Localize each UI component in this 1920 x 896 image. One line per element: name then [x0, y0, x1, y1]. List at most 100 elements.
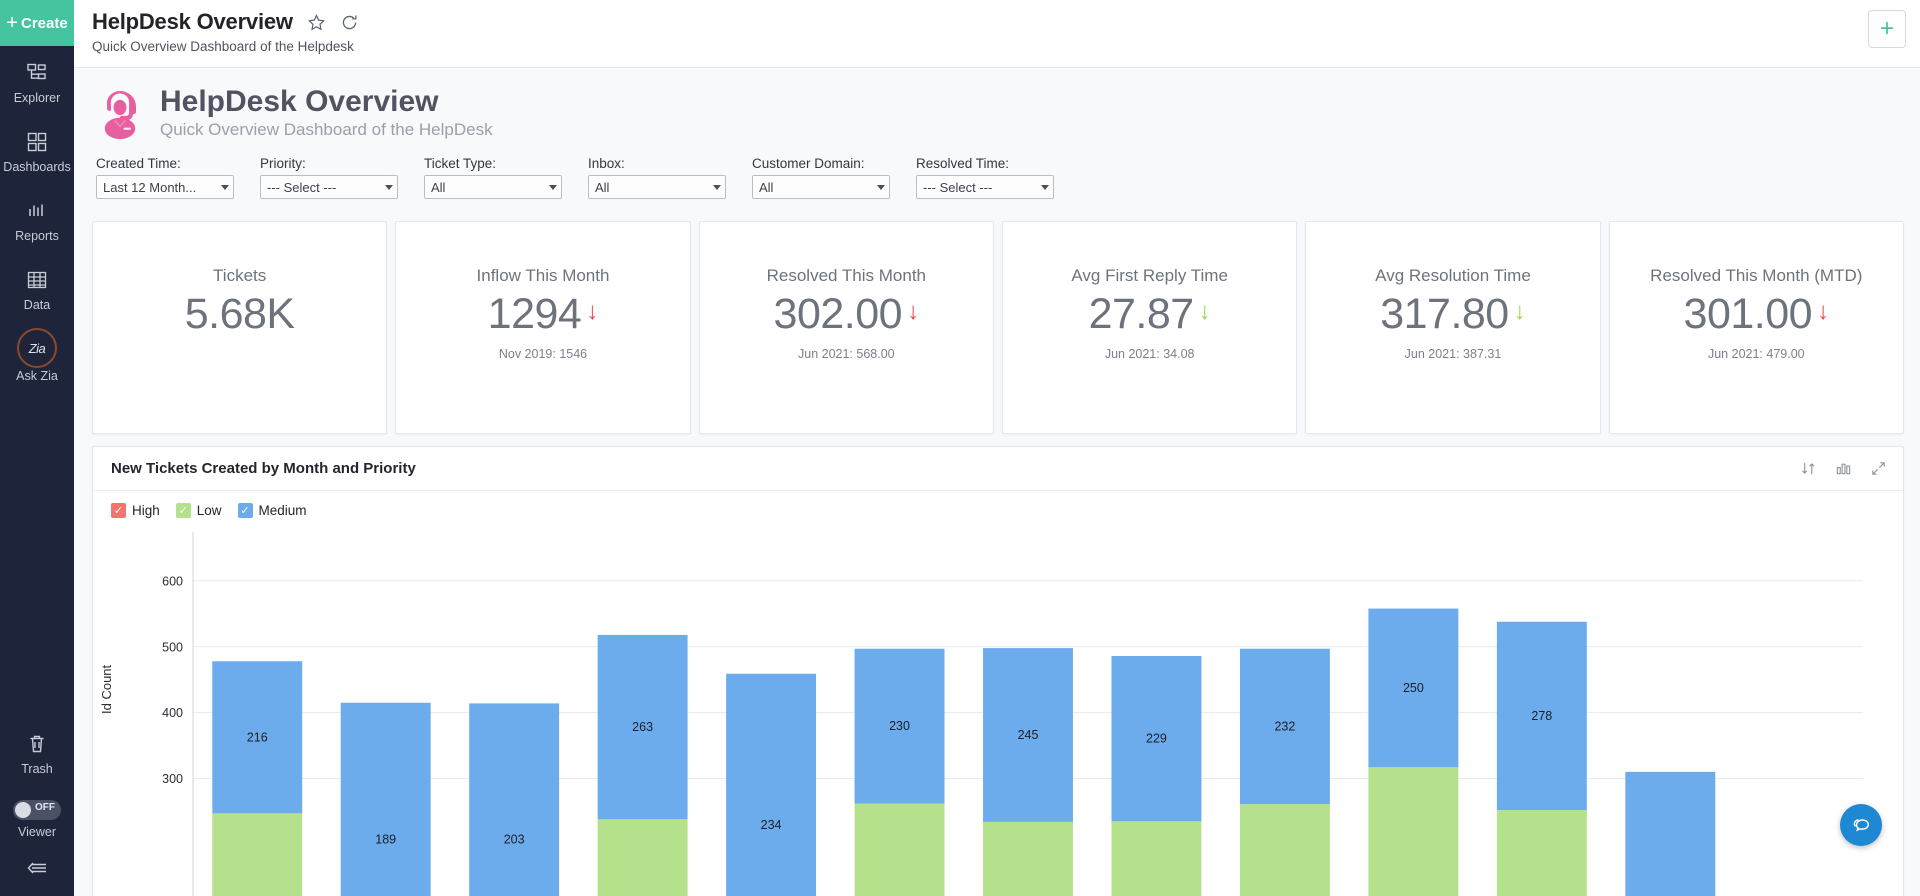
inbox-select[interactable]: All	[588, 175, 726, 199]
expand-icon[interactable]	[1870, 460, 1887, 477]
bar-segment-low[interactable]	[1240, 804, 1330, 896]
sidebar-item-label: Trash	[21, 762, 53, 776]
kpi-comparison-label: Nov 2019: 1546	[499, 347, 587, 361]
chart-panel: New Tickets Created by Month and Priorit…	[92, 446, 1904, 896]
y-axis-tick-label: 600	[162, 574, 183, 588]
sidebar-item-data[interactable]: Data	[0, 253, 74, 322]
bar-segment-low[interactable]	[212, 813, 302, 896]
filter-resolved-time: Resolved Time: --- Select ---	[916, 156, 1054, 199]
chart-title: New Tickets Created by Month and Priorit…	[111, 460, 1800, 477]
filter-priority: Priority: --- Select ---	[260, 156, 398, 199]
kpi-trend-arrow-down-icon: ↓	[586, 300, 598, 324]
filter-inbox: Inbox: All	[588, 156, 726, 199]
legend-item-medium[interactable]: ✓ Medium	[238, 503, 307, 518]
kpi-trend-arrow-down-icon: ↓	[1817, 300, 1829, 324]
resolved-time-value: --- Select ---	[923, 180, 1037, 195]
sidebar-item-ask-zia[interactable]: Zia Ask Zia	[0, 322, 74, 393]
sidebar-item-label: Viewer	[18, 825, 56, 839]
bar-segment-low[interactable]	[855, 803, 945, 896]
bar-segment-medium[interactable]	[1625, 772, 1715, 896]
chart-legend: ✓High✓Low✓Medium	[93, 491, 1903, 518]
star-icon[interactable]	[307, 13, 326, 32]
sort-icon[interactable]	[1800, 460, 1817, 477]
sidebar-item-explorer[interactable]: Explorer	[0, 46, 74, 115]
bar-value-label: 230	[889, 719, 910, 733]
kpi-value-row: 301.00↓	[1684, 292, 1830, 337]
ticket-type-value: All	[431, 180, 545, 195]
kpi-card[interactable]: Tickets 5.68K	[92, 221, 387, 434]
bar-value-label: 189	[375, 832, 396, 846]
collapse-sidebar-button[interactable]	[0, 849, 74, 896]
bar-segment-low[interactable]	[598, 819, 688, 896]
y-axis-tick-label: 400	[162, 706, 183, 720]
customer-domain-select[interactable]: All	[752, 175, 890, 199]
sidebar-item-dashboards[interactable]: Dashboards	[0, 115, 74, 184]
top-bar-title-row: HelpDesk Overview	[92, 9, 1902, 35]
legend-item-low[interactable]: ✓Low	[176, 503, 222, 518]
kpi-card[interactable]: Resolved This Month302.00↓Jun 2021: 568.…	[699, 221, 994, 434]
legend-checkbox-icon[interactable]: ✓	[176, 503, 191, 518]
viewer-toggle-knob	[15, 802, 31, 818]
dashboards-icon	[24, 129, 50, 155]
sidebar-item-trash[interactable]: Trash	[0, 717, 74, 786]
legend-checkbox-icon[interactable]: ✓	[238, 503, 253, 518]
legend-item-high[interactable]: ✓ High	[111, 503, 160, 518]
kpi-title: Tickets	[213, 266, 266, 286]
sidebar-item-reports[interactable]: Reports	[0, 184, 74, 253]
ask-zia-icon: Zia	[17, 328, 57, 368]
sidebar-item-label: Dashboards	[3, 160, 70, 174]
bar-segment-medium[interactable]	[469, 703, 559, 896]
ticket-type-select[interactable]: All	[424, 175, 562, 199]
bar-value-label: 245	[1018, 728, 1039, 742]
bar-value-label: 216	[247, 730, 268, 744]
kpi-trend-arrow-down-icon: ↓	[1514, 300, 1526, 324]
priority-select[interactable]: --- Select ---	[260, 175, 398, 199]
bar-segment-low[interactable]	[983, 822, 1073, 896]
filter-ticket-type: Ticket Type: All	[424, 156, 562, 199]
created-time-value: Last 12 Month...	[103, 180, 217, 195]
kpi-card[interactable]: Avg Resolution Time317.80↓Jun 2021: 387.…	[1305, 221, 1600, 434]
created-time-select[interactable]: Last 12 Month...	[96, 175, 234, 199]
dashboard-body: HelpDesk Overview Quick Overview Dashboa…	[74, 68, 1920, 896]
plus-icon: +	[6, 13, 18, 33]
kpi-trend-arrow-down-icon: ↓	[907, 300, 919, 324]
chart-type-icon[interactable]	[1835, 460, 1852, 477]
filter-customer-domain: Customer Domain: All	[752, 156, 890, 199]
kpi-card[interactable]: Inflow This Month1294↓Nov 2019: 1546	[395, 221, 690, 434]
create-button[interactable]: + Create	[0, 0, 74, 46]
kpi-title: Resolved This Month (MTD)	[1650, 266, 1862, 286]
legend-checkbox-icon[interactable]: ✓	[111, 503, 126, 518]
kpi-value-row: 5.68K	[185, 292, 295, 337]
bar-segment-medium[interactable]	[341, 703, 431, 896]
kpi-card[interactable]: Resolved This Month (MTD)301.00↓Jun 2021…	[1609, 221, 1904, 434]
create-button-label: Create	[21, 15, 68, 32]
add-widget-button[interactable]: +	[1868, 10, 1906, 48]
legend-label: Medium	[259, 503, 307, 518]
bar-segment-medium[interactable]	[726, 674, 816, 896]
viewer-toggle[interactable]: OFF	[13, 800, 61, 820]
dashboard-header: HelpDesk Overview Quick Overview Dashboa…	[74, 68, 1920, 146]
refresh-icon[interactable]	[340, 13, 359, 32]
resolved-time-select[interactable]: --- Select ---	[916, 175, 1054, 199]
bar-value-label: 250	[1403, 681, 1424, 695]
sidebar-item-viewer[interactable]: OFF Viewer	[0, 786, 74, 849]
sidebar-item-label: Data	[24, 298, 50, 312]
kpi-title: Avg First Reply Time	[1071, 266, 1228, 286]
bar-chart-svg: 3004005006002161892032632342302452292322…	[133, 524, 1883, 896]
filter-label: Inbox:	[588, 156, 726, 171]
bar-value-label: 203	[504, 833, 525, 847]
bar-value-label: 278	[1531, 709, 1552, 723]
bar-segment-low[interactable]	[1497, 810, 1587, 896]
kpi-card[interactable]: Avg First Reply Time27.87↓Jun 2021: 34.0…	[1002, 221, 1297, 434]
chevron-down-icon	[877, 185, 885, 190]
kpi-value: 302.00	[774, 292, 903, 337]
filter-label: Created Time:	[96, 156, 234, 171]
plus-icon: +	[1880, 15, 1894, 43]
bar-segment-low[interactable]	[1368, 767, 1458, 896]
legend-label: High	[132, 503, 160, 518]
explorer-icon	[24, 60, 50, 86]
chat-bubble-icon[interactable]	[1840, 804, 1882, 846]
bar-segment-low[interactable]	[1112, 821, 1202, 896]
bar-value-label: 263	[632, 720, 653, 734]
kpi-value: 5.68K	[185, 292, 295, 337]
